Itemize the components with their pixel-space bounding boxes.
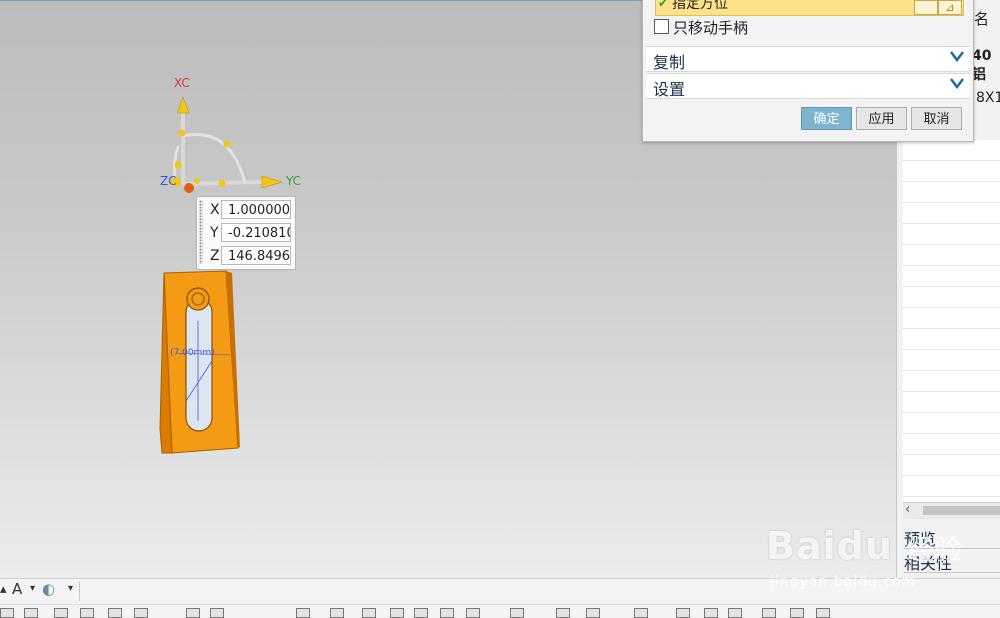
yc-axis-label: YC xyxy=(286,174,302,188)
section-settings[interactable]: 设置 xyxy=(646,73,970,99)
point-dialog-icon[interactable] xyxy=(914,0,938,15)
z-value-input[interactable]: 146.84962 xyxy=(221,246,291,265)
wcs-triad[interactable] xyxy=(171,96,283,193)
toolbar-separator xyxy=(79,581,80,601)
section-label: 相关性 xyxy=(904,554,953,573)
scroll-thumb[interactable] xyxy=(923,506,1000,515)
text-style-icon[interactable]: A xyxy=(12,580,22,598)
dropdown-icon[interactable]: ▾ xyxy=(68,583,73,594)
section-label: 预览 xyxy=(904,530,937,549)
horizontal-scrollbar[interactable]: ‹ xyxy=(903,502,1000,519)
chevron-down-icon[interactable] xyxy=(950,77,964,93)
navigator-section-dependencies[interactable]: 相关性 xyxy=(904,550,1000,573)
render-style-icon[interactable]: ◐ xyxy=(42,580,55,598)
dropdown-icon[interactable]: ▾ xyxy=(30,583,35,594)
coord-label: Y xyxy=(210,225,219,241)
selection-filter-icon[interactable]: ▴ xyxy=(0,582,7,597)
bottom-toolbar: ▴ A ▾ ◐ ▾ xyxy=(0,578,1000,605)
xc-axis-label: XC xyxy=(174,76,190,90)
navigator-item-2[interactable]: 8X10 xyxy=(976,90,1000,106)
cancel-button[interactable]: 取消 xyxy=(911,107,962,130)
y-value-input[interactable]: -0.210810 xyxy=(221,223,291,242)
section-settings-title: 设置 xyxy=(653,80,686,99)
coord-row-x: X 1.000000 xyxy=(207,199,293,221)
coordinate-entry-box: X 1.000000 Y -0.210810 Z 146.84962 xyxy=(196,196,296,270)
secondary-toolbar xyxy=(0,604,1000,618)
drag-grip[interactable] xyxy=(199,200,203,264)
coord-label: X xyxy=(210,202,220,218)
specify-orientation-label: 指定方位 xyxy=(672,0,728,12)
chevron-down-icon[interactable] xyxy=(950,50,964,66)
navigator-column-header[interactable]: 名 xyxy=(974,8,989,29)
csys-dialog-icon[interactable]: ⊿ xyxy=(938,0,962,15)
coord-label: Z xyxy=(210,248,220,264)
apply-button[interactable]: 应用 xyxy=(856,107,907,130)
dimension-label[interactable]: (7.00mm) xyxy=(170,348,215,358)
navigator-section-preview[interactable]: 预览 xyxy=(904,526,1000,549)
move-handle-only-checkbox[interactable] xyxy=(654,19,669,34)
section-copy-title: 复制 xyxy=(653,53,686,72)
ok-button[interactable]: 确定 xyxy=(801,107,852,130)
x-value-input[interactable]: 1.000000 xyxy=(221,200,291,219)
coord-row-z: Z 146.84962 xyxy=(207,245,293,267)
checkmark-icon: ✔ xyxy=(658,0,669,10)
scroll-left-icon[interactable]: ‹ xyxy=(905,502,910,517)
navigator-list[interactable] xyxy=(903,140,1000,502)
section-copy[interactable]: 复制 xyxy=(646,46,970,72)
bracket-part[interactable] xyxy=(159,270,240,454)
move-handle-only-label: 只移动手柄 xyxy=(673,19,749,37)
coord-row-y: Y -0.210810 xyxy=(207,222,293,244)
zc-axis-label: ZC xyxy=(160,174,177,188)
navigator-item-1[interactable]: 40铝 xyxy=(972,48,1000,84)
